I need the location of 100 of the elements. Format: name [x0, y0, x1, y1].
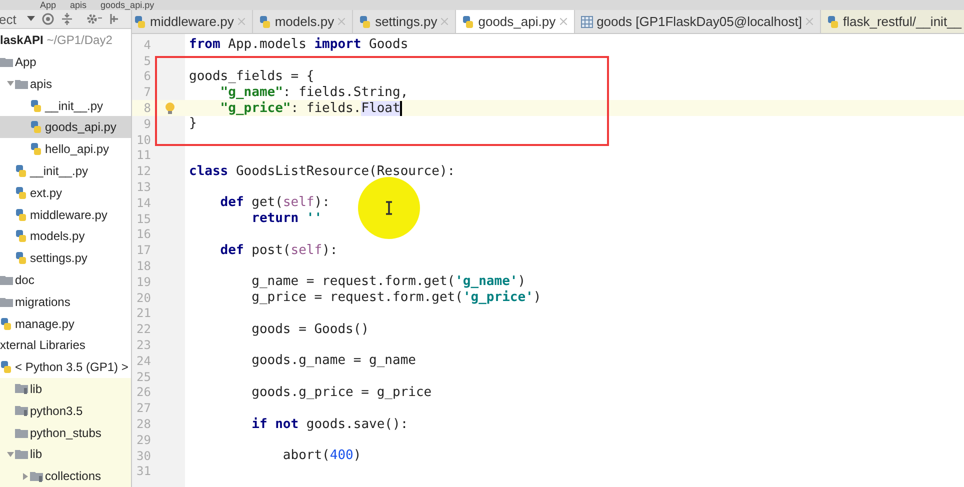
python-file-icon	[15, 252, 27, 264]
tree-item[interactable]: < Python 3.5 (GP1) >	[0, 356, 131, 378]
line-number: 10	[136, 132, 152, 147]
code-line: from App.models import Goods	[189, 37, 408, 52]
breadcrumb-item[interactable]: apis	[70, 0, 87, 10]
close-icon[interactable]	[338, 18, 346, 25]
tree-item[interactable]: App	[0, 51, 131, 73]
editor-tab[interactable]: middleware.py	[132, 10, 253, 33]
tree-item[interactable]: python3.5	[0, 400, 131, 422]
tree-item[interactable]: lib	[0, 378, 131, 400]
python-file-icon	[30, 100, 42, 112]
code-line: "g_price": fields.Float	[219, 100, 402, 116]
folder-icon	[15, 428, 28, 438]
tree-item[interactable]: doc	[0, 269, 131, 291]
line-number: 17	[136, 243, 152, 258]
close-icon[interactable]	[560, 18, 567, 25]
table-icon	[580, 16, 593, 28]
python-file-icon	[258, 16, 271, 28]
line-number: 8	[142, 101, 152, 116]
expand-arrow-icon[interactable]	[6, 450, 14, 458]
line-number: 4	[142, 38, 152, 52]
target-icon[interactable]	[42, 13, 54, 26]
code-line: def get(self):	[219, 195, 330, 210]
folder-icon	[15, 78, 28, 89]
settings-icon[interactable]	[86, 13, 102, 26]
python-file-icon	[15, 164, 27, 177]
code-line: g_price = request.form.get('g_price')	[250, 290, 542, 306]
line-number: 25	[136, 370, 152, 384]
text-cursor-icon	[385, 201, 393, 215]
tree-item[interactable]: apis	[0, 72, 131, 95]
close-icon[interactable]	[238, 18, 245, 25]
tree-item[interactable]: migrations	[0, 290, 131, 313]
tree-item[interactable]: __init__.py	[0, 94, 131, 116]
editor-tab[interactable]: flask_restful/__init__	[821, 10, 964, 33]
line-number: 24	[136, 354, 152, 368]
tree-item[interactable]: settings.py	[0, 247, 131, 270]
python-file-icon	[30, 121, 42, 134]
line-number: 28	[136, 417, 152, 432]
editor-tab[interactable]: models.py	[252, 10, 354, 33]
caret-icon[interactable]	[27, 16, 36, 22]
folder-icon	[0, 274, 13, 285]
code-line: goods.g_price = g_price	[250, 384, 432, 400]
expand-arrow-icon[interactable]	[6, 80, 14, 88]
code-line: return ''	[250, 211, 322, 226]
tree-item[interactable]: lib	[0, 443, 131, 466]
line-number: 30	[136, 448, 152, 463]
selected-tree-item[interactable]: goods_api.py	[0, 116, 131, 138]
line-number: 23	[136, 338, 152, 352]
code-line: goods_fields = {	[189, 68, 314, 84]
close-icon[interactable]	[441, 18, 448, 25]
line-number: 14	[136, 196, 152, 210]
collapse-arrow-icon[interactable]	[22, 472, 28, 480]
python-file-icon	[0, 318, 12, 330]
lightbulb-icon[interactable]	[165, 102, 175, 115]
line-number: 26	[136, 385, 152, 400]
line-number: 18	[136, 259, 152, 274]
tree-item[interactable]: xternal Libraries	[0, 334, 131, 356]
breadcrumb-item[interactable]: App	[40, 0, 56, 10]
tree-item[interactable]: __init__.py	[0, 160, 131, 182]
line-number: 6	[142, 69, 152, 84]
python-file-icon	[15, 186, 27, 199]
python-file-icon	[827, 16, 839, 28]
library-folder-icon	[15, 383, 28, 394]
tree-item[interactable]: manage.py	[0, 312, 131, 334]
tree-item[interactable]: collections	[0, 465, 131, 487]
line-number: 12	[136, 164, 152, 178]
tree-item[interactable]: hello_api.py	[0, 138, 131, 160]
python-file-icon	[462, 16, 474, 28]
line-number: 11	[136, 148, 152, 162]
tree-item[interactable]: ext.py	[0, 182, 131, 204]
line-number: 5	[142, 54, 152, 68]
line-number: 22	[136, 322, 152, 336]
code-line: class GoodsListResource(Resource):	[189, 164, 456, 179]
line-number: 7	[142, 85, 152, 100]
line-number: 29	[136, 432, 152, 447]
line-number: 16	[136, 227, 152, 242]
tree-item[interactable]: laskAPI ~/GP1/Day2	[0, 29, 131, 52]
tree-item[interactable]: models.py	[0, 225, 131, 248]
pin-icon[interactable]	[109, 13, 120, 26]
line-number: 19	[136, 274, 152, 289]
code-line: }	[189, 116, 197, 132]
python-file-icon	[134, 16, 146, 28]
python-file-icon	[0, 361, 12, 374]
line-number: 27	[136, 401, 152, 416]
tree-item[interactable]: middleware.py	[0, 204, 131, 226]
code-line: g_name = request.form.get('g_name')	[250, 274, 526, 290]
folder-icon	[0, 56, 13, 67]
code-line: goods = Goods()	[250, 322, 370, 337]
tree-item[interactable]: python_stubs	[0, 422, 131, 444]
python-file-icon	[359, 16, 372, 28]
code-line: goods.g_name = g_name	[250, 353, 416, 368]
breadcrumb-item[interactable]: goods_api.py	[100, 0, 154, 10]
close-icon[interactable]	[806, 18, 813, 25]
line-number: 15	[136, 212, 152, 226]
library-folder-icon	[30, 470, 43, 482]
code-line: def post(self):	[219, 242, 338, 258]
editor-tab[interactable]: goods_api.py	[456, 10, 575, 33]
code-line: abort(400)	[282, 448, 362, 464]
line-number: 9	[142, 116, 152, 131]
collapse-icon[interactable]	[61, 13, 74, 26]
